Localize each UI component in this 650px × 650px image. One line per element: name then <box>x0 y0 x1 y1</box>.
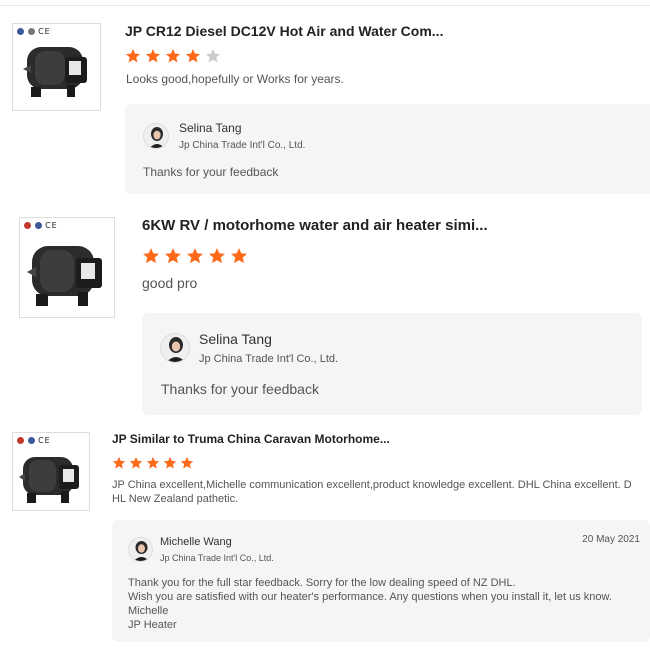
ce-mark: CE <box>38 436 51 445</box>
cert-icon <box>17 28 24 35</box>
replier-company: Jp China Trade Int'l Co., Ltd. <box>160 553 274 563</box>
reply-line: Thank you for the full star feedback. So… <box>128 577 516 589</box>
avatar <box>160 333 190 363</box>
product-thumbnail[interactable]: CE <box>12 23 101 111</box>
reply-line: Thanks for your feedback <box>143 165 279 179</box>
ce-mark: CE <box>38 27 51 36</box>
reply-text: Thanks for your feedback <box>161 381 319 397</box>
cert-icon <box>34 222 42 229</box>
replier-name: Michelle Wang <box>160 536 232 548</box>
avatar <box>143 123 169 149</box>
product-title[interactable]: JP Similar to Truma China Caravan Motorh… <box>112 432 390 446</box>
certification-marks: CE <box>24 221 58 230</box>
cert-icon <box>24 222 31 229</box>
cert-icon <box>27 437 35 444</box>
certification-marks: CE <box>17 436 51 445</box>
reply-line: Michelle <box>128 605 169 617</box>
reply-line: Thanks for your feedback <box>161 381 319 397</box>
star-icon <box>146 456 160 469</box>
cert-icon <box>17 437 24 444</box>
review-comment: JP China excellent,Michelle communicatio… <box>112 478 632 506</box>
replier-company: Jp China Trade Int'l Co., Ltd. <box>199 353 339 365</box>
avatar <box>128 537 153 562</box>
reply-date: 20 May 2021 <box>582 534 640 545</box>
ce-mark: CE <box>45 221 58 230</box>
top-divider <box>0 5 650 6</box>
star-icon <box>125 49 141 63</box>
review-comment: good pro <box>142 275 198 291</box>
seller-reply: Michelle Wang Jp China Trade Int'l Co., … <box>112 520 650 642</box>
certification-marks: CE <box>17 27 51 36</box>
star-rating <box>142 247 252 265</box>
heater-product-image <box>19 457 79 503</box>
replier-company: Jp China Trade Int'l Co., Ltd. <box>179 140 306 151</box>
heater-product-image <box>27 246 102 306</box>
seller-reply: Selina Tang Jp China Trade Int'l Co., Lt… <box>142 313 642 415</box>
star-icon <box>180 456 194 469</box>
reply-text: Thanks for your feedback <box>143 165 278 179</box>
star-icon <box>129 456 143 469</box>
star-icon <box>231 248 247 264</box>
reply-text: Thank you for the full star feedback. So… <box>128 576 612 632</box>
star-icon <box>112 456 126 469</box>
reply-line: Wish you are satisfied with our heater's… <box>128 591 612 603</box>
replier-name: Selina Tang <box>199 331 272 347</box>
star-icon <box>143 248 159 264</box>
product-thumbnail[interactable]: CE <box>19 217 115 318</box>
star-rating <box>112 456 197 474</box>
star-icon <box>165 49 181 63</box>
reply-line: JP Heater <box>128 619 177 631</box>
heater-product-image <box>23 47 87 97</box>
star-icon <box>145 49 161 63</box>
star-icon <box>185 49 201 63</box>
cert-icon <box>27 28 35 35</box>
comment-line: JP China excellent,Michelle communicatio… <box>112 479 632 491</box>
product-thumbnail[interactable]: CE <box>12 432 90 511</box>
product-title[interactable]: 6KW RV / motorhome water and air heater … <box>142 217 488 234</box>
star-rating <box>125 48 225 66</box>
seller-reply: Selina Tang Jp China Trade Int'l Co., Lt… <box>125 104 650 194</box>
star-icon <box>205 49 221 63</box>
review-comment: Looks good,hopefully or Works for years. <box>126 72 344 86</box>
star-icon <box>163 456 177 469</box>
product-title[interactable]: JP CR12 Diesel DC12V Hot Air and Water C… <box>125 23 443 39</box>
comment-line: HL New Zealand pathetic. <box>112 493 239 505</box>
star-icon <box>209 248 225 264</box>
replier-name: Selina Tang <box>179 121 242 135</box>
star-icon <box>187 248 203 264</box>
star-icon <box>165 248 181 264</box>
